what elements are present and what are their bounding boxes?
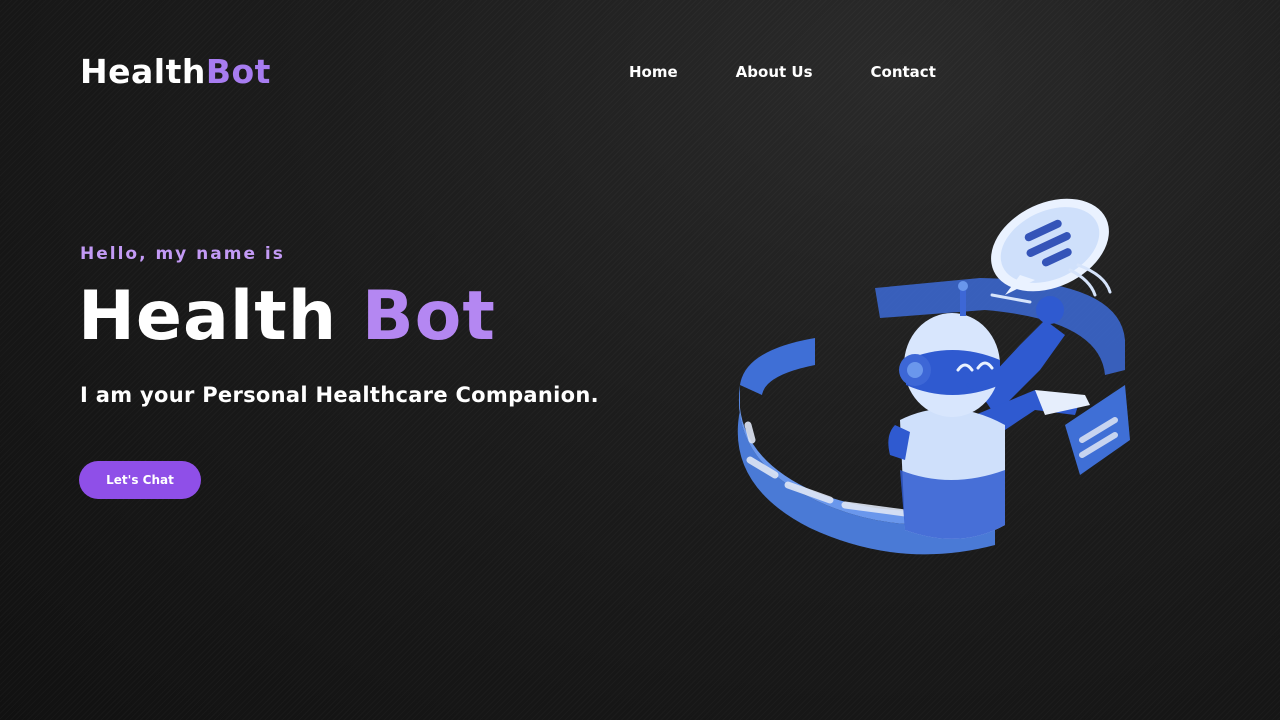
ring-left-wall bbox=[740, 338, 815, 395]
hero-title-primary: Health bbox=[78, 277, 338, 356]
nav-home-link[interactable]: Home bbox=[600, 60, 707, 84]
lets-chat-button[interactable]: Let's Chat bbox=[79, 461, 201, 499]
brand-name-primary: Health bbox=[80, 52, 206, 91]
hero-title: Health Bot bbox=[78, 274, 496, 360]
hero-tagline: I am your Personal Healthcare Companion. bbox=[80, 383, 599, 407]
brand-logo[interactable]: HealthBot bbox=[80, 50, 271, 94]
nav-about-link[interactable]: About Us bbox=[707, 60, 842, 84]
main-nav: Home About Us Contact bbox=[600, 60, 965, 84]
nav-contact-link[interactable]: Contact bbox=[842, 60, 965, 84]
robot-illustration bbox=[737, 198, 1130, 555]
hero-greeting: Hello, my name is bbox=[80, 244, 285, 264]
brand-name-accent: Bot bbox=[205, 52, 271, 91]
hero-title-accent: Bot bbox=[361, 277, 496, 356]
landing-page: HealthBot Home About Us Contact Hello, m… bbox=[0, 0, 1280, 720]
